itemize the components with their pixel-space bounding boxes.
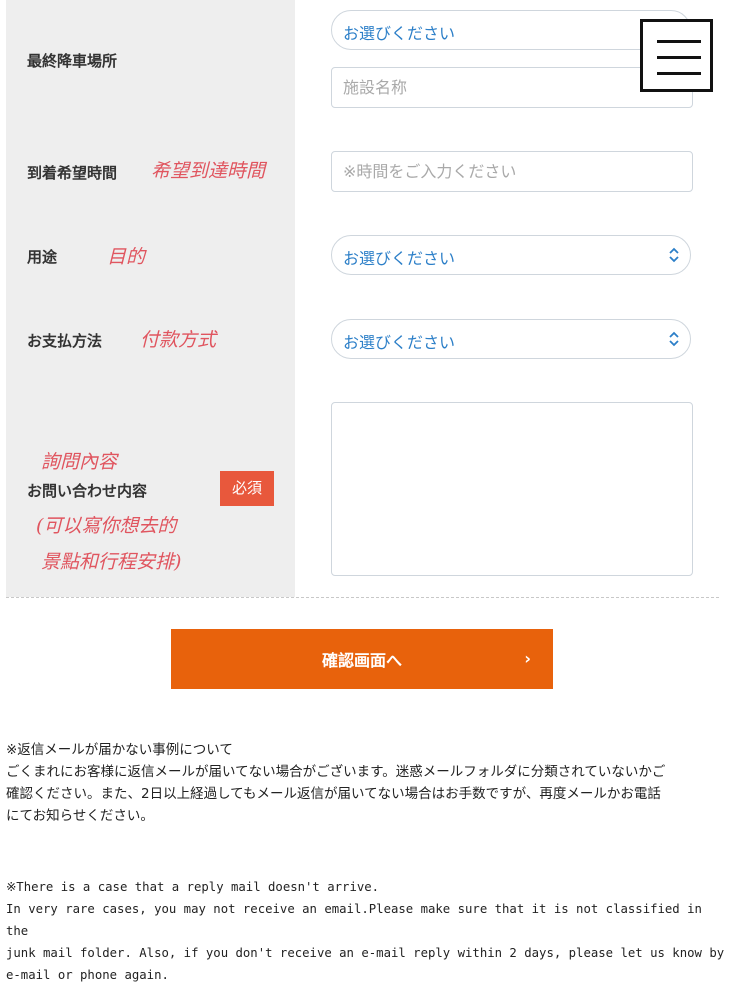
confirm-button-label: 確認画面へ <box>321 651 402 670</box>
row-inquiry: 詢問內容 お問い合わせ内容 必須 (可以寫你想去的 景點和行程安排) <box>6 381 719 598</box>
inquiry-textarea[interactable] <box>332 403 692 575</box>
chevron-right-icon: › <box>524 649 531 668</box>
inquiry-textarea-box[interactable] <box>331 402 693 576</box>
payment-handwritten-note: 付款方式 <box>140 329 217 351</box>
notice-en-line2: In very rare cases, you may not receive … <box>6 902 702 938</box>
arrival-time-input[interactable] <box>332 152 692 191</box>
required-badge: 必須 <box>220 471 274 506</box>
row-arrival-time: 到着希望時間 希望到達時間 <box>6 130 719 214</box>
payment-select-value: お選びください <box>343 333 456 352</box>
notice-en-line4: e-mail or phone again. <box>6 968 169 982</box>
notice-en-line1: ※There is a case that a reply mail doesn… <box>6 880 380 894</box>
payment-select[interactable]: お選びください <box>331 319 691 359</box>
notice-ja-line1: ※返信メールが届かない事例について <box>6 742 233 758</box>
arrival-time-field[interactable] <box>331 151 693 192</box>
arrival-time-label: 到着希望時間 <box>27 164 118 182</box>
inquiry-handwritten-note-line1: (可以寫你想去的 <box>36 515 177 537</box>
notice-ja-line4: にてお知らせください。 <box>6 808 154 824</box>
drop-off-select-value: お選びください <box>343 24 456 43</box>
row-payment: お支払方法 付款方式 お選びください <box>6 297 719 382</box>
inquiry-handwritten-note-line2: 景點和行程安排) <box>41 551 182 573</box>
notice-ja-line3: 確認ください。また、2日以上経過してもメール返信が届いてない場合はお手数ですが、… <box>6 786 661 802</box>
purpose-handwritten-note: 目的 <box>107 246 146 268</box>
chevron-updown-icon <box>669 331 679 347</box>
purpose-select[interactable]: お選びください <box>331 235 691 275</box>
row-purpose: 用途 目的 お選びください <box>6 213 719 298</box>
chevron-updown-icon <box>669 247 679 263</box>
inquiry-handwritten-title: 詢問內容 <box>41 451 118 473</box>
notice-en-line3: junk mail folder. Also, if you don't rec… <box>6 946 725 960</box>
arrival-handwritten-note: 希望到達時間 <box>151 160 266 182</box>
reply-mail-notice-en: ※There is a case that a reply mail doesn… <box>6 876 726 986</box>
purpose-label: 用途 <box>27 248 58 266</box>
notice-ja-line2: ごくまれにお客様に返信メールが届いてない場合がございます。迷惑メールフォルダに分… <box>6 764 666 780</box>
confirm-screen-button[interactable]: 確認画面へ › <box>171 629 553 689</box>
hamburger-menu-icon[interactable] <box>640 19 713 92</box>
reply-mail-notice-ja: ※返信メールが届かない事例について ごくまれにお客様に返信メールが届いてない場合… <box>6 739 665 827</box>
payment-label: お支払方法 <box>27 332 103 350</box>
facility-name-input[interactable] <box>332 68 692 107</box>
drop-off-select[interactable]: お選びください <box>331 10 691 50</box>
drop-off-label: 最終降車場所 <box>27 52 118 70</box>
inquiry-label: お問い合わせ内容 <box>27 482 148 500</box>
facility-name-field[interactable] <box>331 67 693 108</box>
row-drop-off: 最終降車場所 お選びください <box>6 0 719 131</box>
purpose-select-value: お選びください <box>343 249 456 268</box>
